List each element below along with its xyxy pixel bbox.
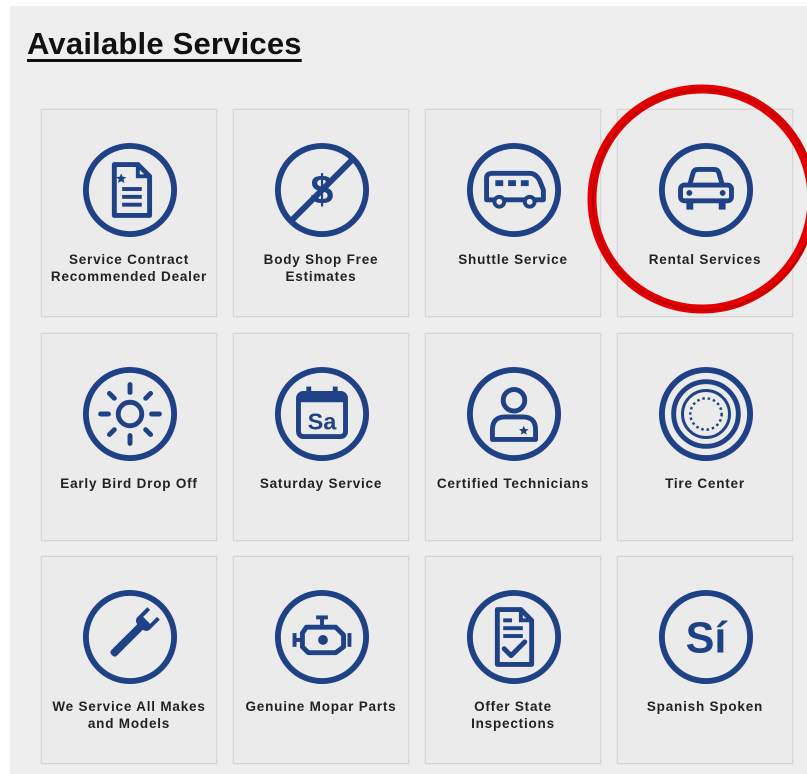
wrench-icon — [82, 589, 178, 685]
engine-icon — [274, 589, 370, 685]
service-tile-rental[interactable]: Rental Services — [617, 109, 793, 317]
service-tile-service-contract[interactable]: Service Contract Recommended Dealer — [41, 109, 217, 317]
svg-text:Sí: Sí — [686, 615, 729, 663]
service-tile-all-makes[interactable]: We Service All Makes and Models — [41, 556, 217, 764]
inspection-checklist-icon — [466, 589, 562, 685]
technician-icon — [466, 366, 562, 462]
service-tile-mopar-parts[interactable]: Genuine Mopar Parts — [233, 556, 409, 764]
service-tile-tire-center[interactable]: Tire Center — [617, 333, 793, 541]
service-label: Spanish Spoken — [646, 699, 764, 714]
tire-icon — [658, 366, 754, 462]
service-label: Certified Technicians — [436, 476, 590, 491]
service-label: Offer State Inspections — [471, 699, 555, 731]
service-tile-shuttle[interactable]: Shuttle Service — [425, 109, 601, 317]
no-dollar-icon: $ — [274, 142, 370, 238]
sun-icon — [82, 366, 178, 462]
svg-text:Sa: Sa — [308, 409, 338, 435]
service-tile-saturday[interactable]: Sa Saturday Service — [233, 333, 409, 541]
svg-text:$: $ — [311, 167, 334, 213]
service-label: Shuttle Service — [458, 252, 568, 267]
shuttle-van-icon — [466, 142, 562, 238]
service-label: Service Contract Recommended Dealer — [50, 252, 208, 284]
page-title: Available Services — [27, 26, 302, 61]
calendar-saturday-icon: Sa — [274, 366, 370, 462]
service-tile-spanish-spoken[interactable]: Sí Spanish Spoken — [617, 556, 793, 764]
service-tile-body-shop[interactable]: $ Body Shop Free Estimates — [233, 109, 409, 317]
service-label: Body Shop Free Estimates — [263, 252, 379, 284]
service-tile-early-bird[interactable]: Early Bird Drop Off — [41, 333, 217, 541]
service-label: Rental Services — [648, 252, 762, 267]
service-tile-state-inspections[interactable]: Offer State Inspections — [425, 556, 601, 764]
car-icon — [658, 142, 754, 238]
service-label: Tire Center — [665, 476, 745, 491]
document-icon — [82, 142, 178, 238]
service-label: Saturday Service — [259, 476, 383, 491]
service-tile-certified-technicians[interactable]: Certified Technicians — [425, 333, 601, 541]
service-label: Genuine Mopar Parts — [245, 699, 397, 714]
service-label: We Service All Makes and Models — [52, 699, 206, 731]
si-icon: Sí — [658, 589, 754, 685]
service-label: Early Bird Drop Off — [60, 476, 198, 491]
